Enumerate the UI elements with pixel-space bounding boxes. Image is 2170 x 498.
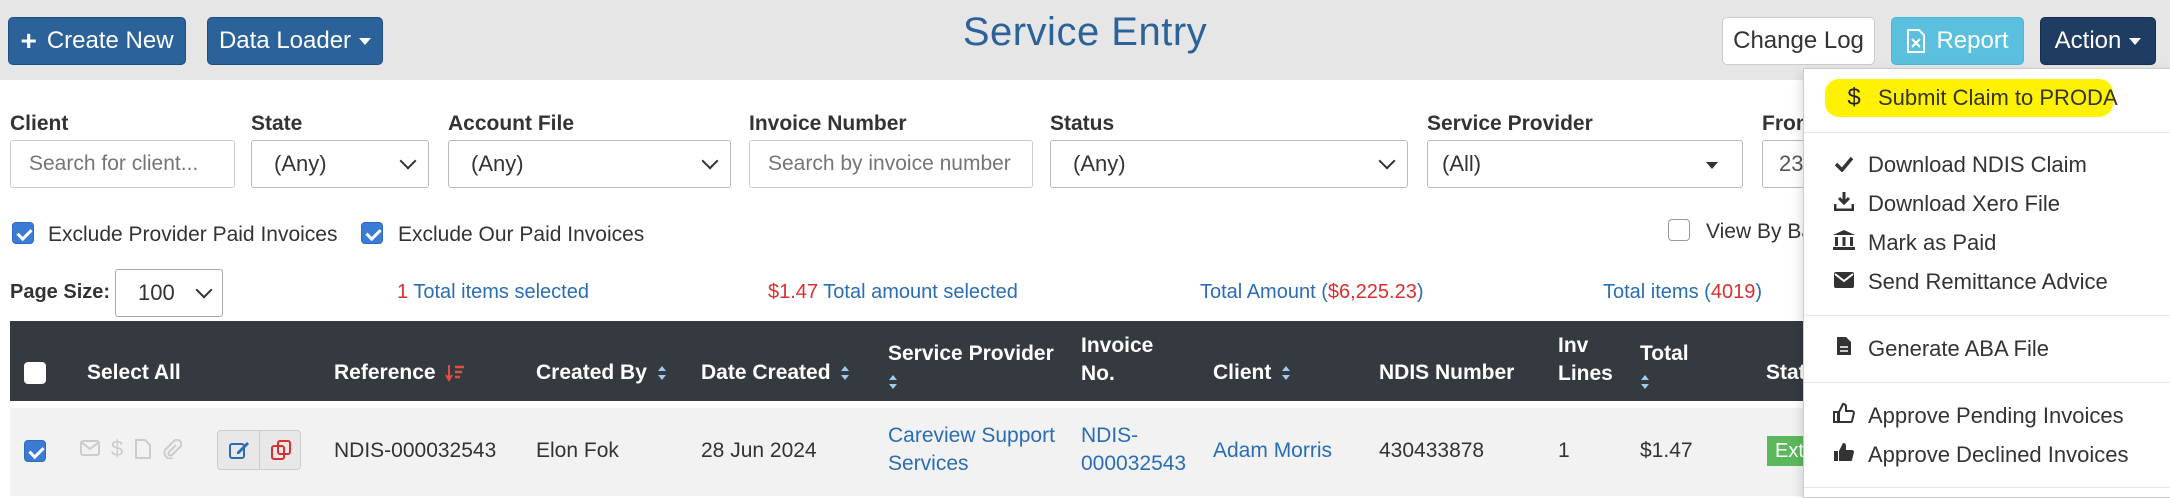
select-all-checkbox[interactable] [24,362,46,384]
sort-icon [657,366,666,381]
check-icon [1830,152,1858,178]
copy-button[interactable] [260,431,301,469]
exclude-provider-paid-checkbox[interactable] [12,222,34,244]
thumbs-up-icon [1830,442,1858,468]
menu-item-submit-claim[interactable]: $ Submit Claim to PRODA [1804,80,2170,116]
envelope-icon [1830,269,1858,295]
selected-amount-summary: $1.47 Total amount selected [768,281,1018,303]
menu-divider [1804,382,2170,383]
file-icon[interactable] [135,439,151,459]
menu-item-send-remittance-advice[interactable]: Send Remittance Advice [1804,264,2170,300]
date-created-cell: 28 Jun 2024 [701,439,817,462]
chevron-down-icon [195,281,213,299]
chevron-down-icon [399,152,417,170]
view-by-batch-checkbox[interactable] [1668,219,1690,241]
invoice-number-search-input[interactable] [749,140,1033,188]
dollar-icon[interactable]: $ [111,436,123,462]
service-provider-link[interactable]: Careview Support Services [888,422,1055,478]
service-provider-column-header[interactable]: Service Provider [888,340,1054,396]
service-provider-filter-label: Service Provider [1427,112,1593,135]
action-dropdown-menu: $ Submit Claim to PRODA Download NDIS Cl… [1803,68,2170,498]
caret-down-icon [1706,162,1718,169]
client-column-header[interactable]: Client [1213,359,1291,387]
menu-divider [1804,315,2170,316]
sort-icon [841,366,850,381]
state-select[interactable]: (Any) [251,140,429,188]
state-filter-label: State [251,112,303,135]
reference-column-header[interactable]: Reference [334,359,465,387]
dollar-icon: $ [1847,84,1861,111]
status-column-header: Stat [1766,361,1806,384]
inv-lines-cell: 1 [1558,439,1570,462]
chevron-down-icon [1378,152,1396,170]
page-size-select[interactable]: 100 [115,269,223,317]
menu-divider [1804,132,2170,133]
download-icon [1830,191,1858,217]
chevron-down-icon [701,152,719,170]
total-cell: $1.47 [1640,439,1693,462]
menu-item-generate-aba-file[interactable]: Generate ABA File [1804,331,2170,367]
edit-icon [228,442,249,459]
menu-item-approve-pending-invoices[interactable]: Approve Pending Invoices [1804,398,2170,434]
created-by-cell: Elon Fok [536,439,619,462]
sort-descending-icon [445,365,465,383]
inv-lines-column-header: Inv Lines [1558,334,1613,385]
bank-icon [1830,229,1858,257]
menu-item-download-xero-file[interactable]: Download Xero File [1804,186,2170,222]
status-select[interactable]: (Any) [1050,140,1408,188]
date-created-column-header[interactable]: Date Created [701,359,850,387]
ndis-number-column-header: NDIS Number [1379,361,1515,384]
paperclip-icon[interactable] [162,439,182,459]
exclude-our-paid-label: Exclude Our Paid Invoices [398,223,645,246]
invoice-no-link[interactable]: NDIS- 000032543 [1081,422,1186,478]
change-log-button[interactable]: Change Log [1722,17,1875,65]
thumbs-up-outline-icon [1830,402,1858,429]
row-action-group [217,430,301,470]
copy-icon [270,440,291,460]
select-all-header: Select All [87,361,181,384]
status-badge: Ext [1767,436,1805,466]
created-by-column-header[interactable]: Created By [536,359,667,387]
status-filter-label: Status [1050,112,1115,135]
exclude-provider-paid-label: Exclude Provider Paid Invoices [48,223,338,246]
edit-button[interactable] [218,431,260,469]
action-dropdown-button[interactable]: Action [2040,17,2156,65]
file-icon [1830,336,1858,362]
menu-item-approve-declined-invoices[interactable]: Approve Declined Invoices [1804,437,2170,473]
account-file-select[interactable]: (Any) [448,140,731,188]
menu-item-download-ndis-claim[interactable]: Download NDIS Claim [1804,147,2170,183]
client-filter-label: Client [10,112,69,135]
menu-divider [1804,487,2170,488]
total-column-header[interactable]: Total [1640,340,1689,396]
sort-icon [1641,375,1649,390]
service-provider-select[interactable]: (All) [1427,140,1743,188]
view-by-batch-label: View By Ba [1706,220,1813,243]
page-size-label: Page Size: [10,281,111,303]
reference-cell: NDIS-000032543 [334,439,497,462]
row-select-checkbox[interactable] [24,440,46,462]
account-file-filter-label: Account File [448,112,575,135]
caret-down-icon [2129,37,2142,45]
file-excel-icon [1907,29,1926,53]
total-items-summary: Total items (4019) [1603,281,1762,303]
invoice-number-filter-label: Invoice Number [749,112,907,135]
menu-item-mark-as-paid[interactable]: Mark as Paid [1804,225,2170,261]
client-link[interactable]: Adam Morris [1213,437,1332,465]
selected-items-summary: 1 Total items selected [397,281,589,303]
sort-icon [889,375,897,390]
exclude-our-paid-checkbox[interactable] [361,222,383,244]
report-button[interactable]: Report [1891,17,2024,65]
ndis-number-cell: 430433878 [1379,439,1485,462]
total-amount-summary: Total Amount ($6,225.23) [1200,281,1424,303]
client-search-input[interactable] [10,140,235,188]
sort-icon [1282,366,1291,381]
envelope-icon[interactable] [80,439,100,457]
invoice-no-column-header[interactable]: Invoice No. [1081,332,1153,388]
